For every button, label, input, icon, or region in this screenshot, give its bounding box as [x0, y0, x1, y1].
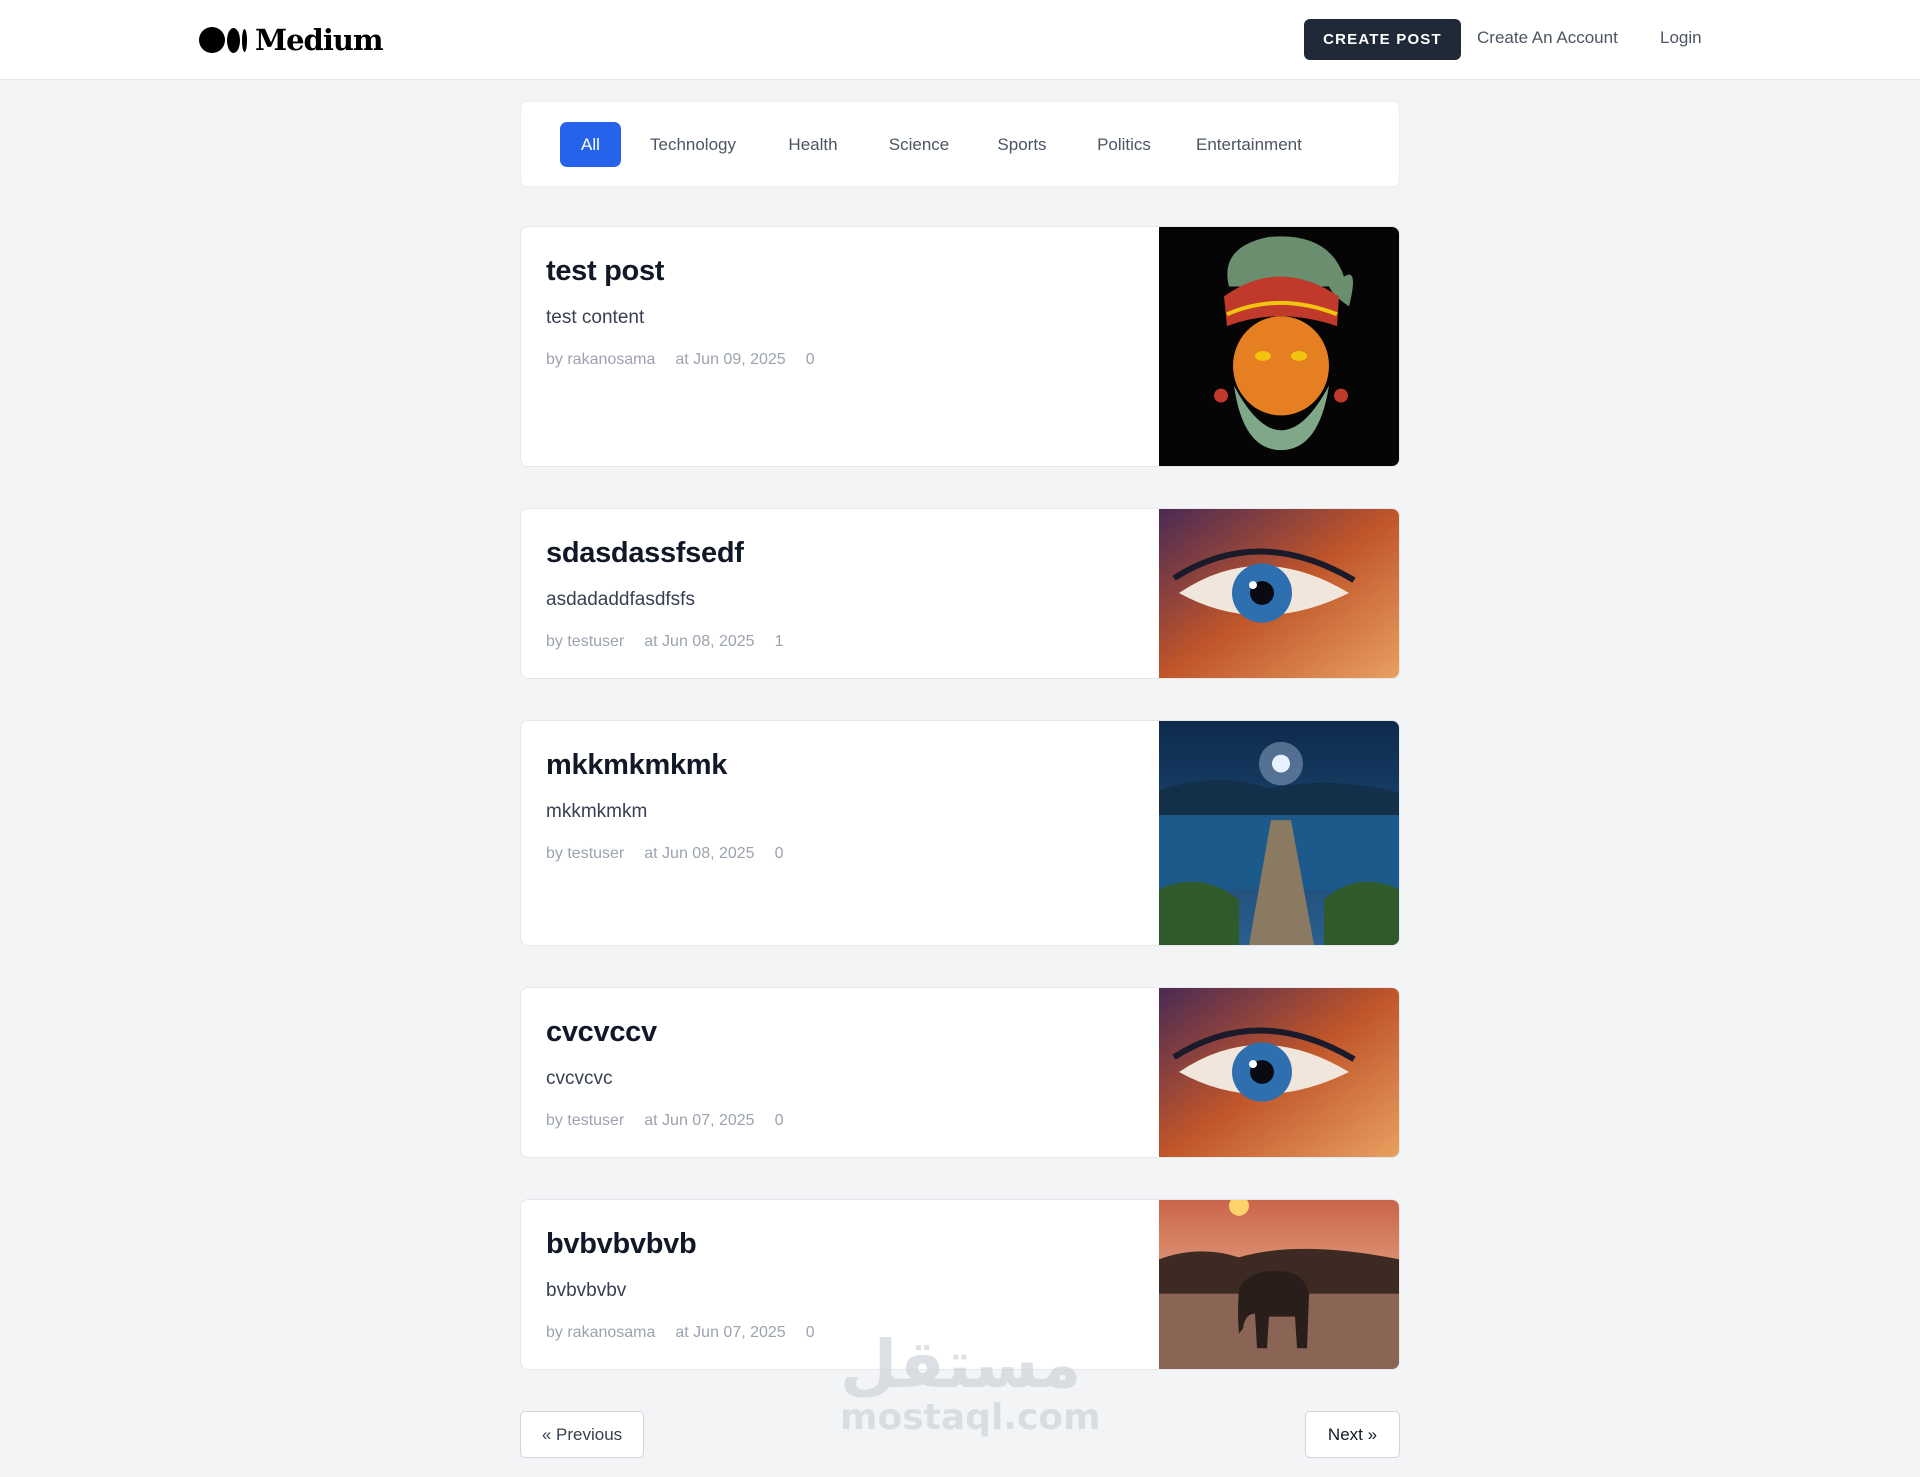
mostaql-watermark: مستقل mostaql.com	[840, 1326, 1101, 1438]
post-title[interactable]: sdasdassfsedf	[546, 537, 744, 570]
tab-health[interactable]: Health	[785, 122, 841, 167]
post-excerpt: bvbvbvbv	[546, 1280, 627, 1301]
post-author: by testuser	[546, 1112, 625, 1129]
tab-technology[interactable]: Technology	[643, 122, 743, 167]
post-comment-count: 0	[805, 351, 815, 368]
tab-politics[interactable]: Politics	[1093, 122, 1155, 167]
post-comment-count: 0	[774, 845, 784, 862]
post-title[interactable]: bvbvbvbvb	[546, 1228, 697, 1261]
post-meta: by rakanosama at Jun 09, 2025 0	[546, 351, 815, 369]
login-link[interactable]: Login	[1660, 28, 1702, 48]
post-date: at Jun 07, 2025	[675, 1324, 786, 1341]
post-meta: by rakanosama at Jun 07, 2025 0	[546, 1324, 815, 1342]
tab-entertainment[interactable]: Entertainment	[1196, 122, 1302, 167]
create-account-link[interactable]: Create An Account	[1477, 28, 1618, 48]
next-page-button[interactable]: Next »	[1305, 1411, 1400, 1458]
medium-logo-icon	[199, 27, 247, 53]
post-comment-count: 0	[774, 1112, 784, 1129]
post-card[interactable]: test post test content by rakanosama at …	[520, 226, 1400, 467]
post-meta: by testuser at Jun 07, 2025 0	[546, 1112, 783, 1130]
post-date: at Jun 07, 2025	[644, 1112, 755, 1129]
post-date: at Jun 09, 2025	[675, 351, 786, 368]
post-thumbnail-lake-image[interactable]	[1159, 721, 1399, 945]
medium-logo[interactable]: Medium	[199, 20, 384, 60]
post-author: by rakanosama	[546, 351, 656, 368]
logo-text: Medium	[255, 23, 384, 57]
tab-sports[interactable]: Sports	[993, 122, 1051, 167]
post-author: by rakanosama	[546, 1324, 656, 1341]
post-title[interactable]: test post	[546, 255, 664, 288]
post-excerpt: test content	[546, 307, 645, 328]
post-comment-count: 1	[774, 633, 784, 650]
post-date: at Jun 08, 2025	[644, 633, 755, 650]
tab-science[interactable]: Science	[885, 122, 953, 167]
post-card[interactable]: mkkmkmkmk mkkmkmkm by testuser at Jun 08…	[520, 720, 1400, 946]
post-excerpt: asdadaddfasdfsfs	[546, 589, 695, 610]
previous-page-button[interactable]: « Previous	[520, 1411, 644, 1458]
post-card[interactable]: cvcvccv cvcvcvc by testuser at Jun 07, 2…	[520, 987, 1400, 1158]
post-card[interactable]: sdasdassfsedf asdadaddfasdfsfs by testus…	[520, 508, 1400, 679]
post-date: at Jun 08, 2025	[644, 845, 755, 862]
post-excerpt: mkkmkmkm	[546, 801, 648, 822]
post-meta: by testuser at Jun 08, 2025 1	[546, 633, 783, 651]
post-meta: by testuser at Jun 08, 2025 0	[546, 845, 783, 863]
post-thumbnail-eye-image[interactable]	[1159, 509, 1399, 678]
post-comment-count: 0	[805, 1324, 815, 1341]
post-excerpt: cvcvcvc	[546, 1068, 613, 1089]
category-tabs: All Technology Health Science Sports Pol…	[520, 101, 1400, 187]
post-title[interactable]: mkkmkmkmk	[546, 749, 727, 782]
create-post-button[interactable]: CREATE POST	[1304, 19, 1461, 60]
watermark-arabic: مستقل	[840, 1326, 1082, 1403]
post-title[interactable]: cvcvccv	[546, 1016, 657, 1049]
post-thumbnail-warrior-image[interactable]	[1159, 227, 1399, 466]
post-thumbnail-elephant-image[interactable]	[1159, 1200, 1399, 1369]
tab-all[interactable]: All	[560, 122, 621, 167]
watermark-latin: mostaql.com	[840, 1397, 1101, 1438]
top-navbar: Medium CREATE POST Create An Account Log…	[0, 0, 1920, 80]
post-author: by testuser	[546, 633, 625, 650]
post-author: by testuser	[546, 845, 625, 862]
post-thumbnail-eye-image[interactable]	[1159, 988, 1399, 1157]
